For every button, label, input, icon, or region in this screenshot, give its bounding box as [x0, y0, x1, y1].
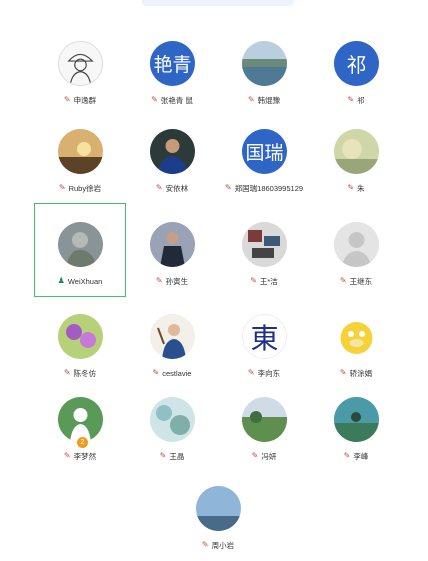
pen-icon: ✎ — [247, 368, 255, 377]
pen-icon: ✎ — [247, 95, 255, 104]
contact-name: WeiXhuan — [67, 276, 103, 286]
pen-icon: ✎ — [159, 451, 167, 460]
contact-name: 朱 — [357, 183, 365, 193]
pen-icon: ✎ — [250, 276, 257, 285]
contact-name: 陈冬仿 — [73, 368, 97, 378]
pen-icon: ✎ — [339, 276, 347, 285]
pen-icon: ✎ — [63, 451, 71, 460]
pen-icon: ✎ — [151, 95, 158, 104]
avatar — [150, 397, 195, 442]
avatar — [58, 41, 103, 86]
watercolor-photo-icon — [150, 397, 195, 442]
avatar — [242, 41, 287, 86]
avatar-text: 東 — [250, 321, 279, 355]
landscape-photo-icon — [196, 486, 241, 531]
contact-name: cestlavie — [162, 368, 192, 378]
contact-card[interactable]: ✎ 李峰 — [310, 378, 402, 472]
contact-name: 孙寅生 — [165, 276, 189, 286]
avatar — [242, 222, 287, 267]
default-user-icon — [334, 222, 379, 267]
avatar — [334, 129, 379, 174]
avatar — [150, 129, 195, 174]
avatar: 国瑞 — [242, 129, 287, 174]
sculpture-photo-icon — [58, 222, 103, 267]
avatar — [150, 222, 195, 267]
contact-card[interactable]: ✎ 朱 — [310, 110, 402, 204]
park-photo-icon — [242, 397, 287, 442]
lake-photo-icon — [242, 41, 287, 86]
pen-icon: ✎ — [63, 95, 71, 104]
sea-photo-icon — [334, 397, 379, 442]
avatar — [242, 397, 287, 442]
contact-card[interactable]: 祁 ✎ 祁 — [310, 22, 402, 116]
contact-name: Ruby徐岩 — [68, 183, 102, 193]
flowers-photo-icon — [58, 314, 103, 359]
painting-photo-icon — [334, 129, 379, 174]
avatar: 祁 — [334, 41, 379, 86]
contact-name: 韩焜豫 — [257, 95, 281, 105]
sunset-photo-icon — [58, 129, 103, 174]
notification-badge: 2 — [76, 436, 89, 449]
contact-name: 安依林 — [165, 183, 189, 193]
pen-icon: ✎ — [347, 183, 355, 192]
yellow-duck-icon — [334, 314, 379, 359]
user-icon: ♟ — [57, 276, 65, 285]
avatar — [58, 222, 103, 267]
contact-name: 申逸群 — [73, 95, 97, 105]
pen-icon: ✎ — [58, 183, 66, 192]
contact-name: 李梦然 — [73, 451, 97, 461]
contact-name: 李向东 — [257, 368, 281, 378]
avatar — [150, 314, 195, 359]
contact-name: 祁 — [357, 95, 365, 105]
avatar: 東 — [242, 314, 287, 359]
pen-icon: ✎ — [201, 540, 209, 549]
badge-count: 2 — [80, 439, 85, 446]
avatar — [58, 314, 103, 359]
contact-name: 冯妍 — [261, 451, 277, 461]
sketch-person-icon — [59, 42, 102, 85]
contact-name: 王晶 — [169, 451, 185, 461]
contact-name: 王*洁 — [259, 276, 278, 286]
collage-photo-icon — [242, 222, 287, 267]
contact-card[interactable]: ✎ 轿涂娟 — [310, 295, 402, 389]
pen-icon: ✎ — [224, 183, 232, 192]
pen-icon: ✎ — [155, 183, 163, 192]
pen-icon: ✎ — [347, 95, 355, 104]
contact-name: 轿涂娟 — [349, 368, 373, 378]
pen-icon: ✎ — [155, 276, 163, 285]
pen-icon: ✎ — [152, 368, 160, 377]
illustration-photo-icon — [150, 314, 195, 359]
avatar — [58, 129, 103, 174]
pen-icon: ✎ — [343, 451, 351, 460]
pen-icon: ✎ — [339, 368, 347, 377]
avatar-text: 祁 — [346, 53, 367, 77]
contact-name: 李峰 — [353, 451, 369, 461]
pen-icon: ✎ — [251, 451, 259, 460]
person-photo-icon — [150, 222, 195, 267]
person-photo-icon — [150, 129, 195, 174]
avatar — [334, 397, 379, 442]
avatar — [334, 314, 379, 359]
top-header-strip — [142, 0, 294, 6]
contact-card[interactable]: ✎ 周小岩 — [172, 467, 264, 561]
avatar — [196, 486, 241, 531]
contact-name: 王继东 — [349, 276, 373, 286]
pen-icon: ✎ — [63, 368, 71, 377]
avatar-text: 国瑞 — [245, 142, 284, 164]
avatar-text: 艳青 — [153, 54, 192, 76]
avatar: 艳青 — [150, 41, 195, 86]
avatar — [334, 222, 379, 267]
contact-card[interactable]: ✎ 王继东 — [310, 203, 402, 297]
contact-name: 张艳青 鼠 — [160, 95, 193, 105]
